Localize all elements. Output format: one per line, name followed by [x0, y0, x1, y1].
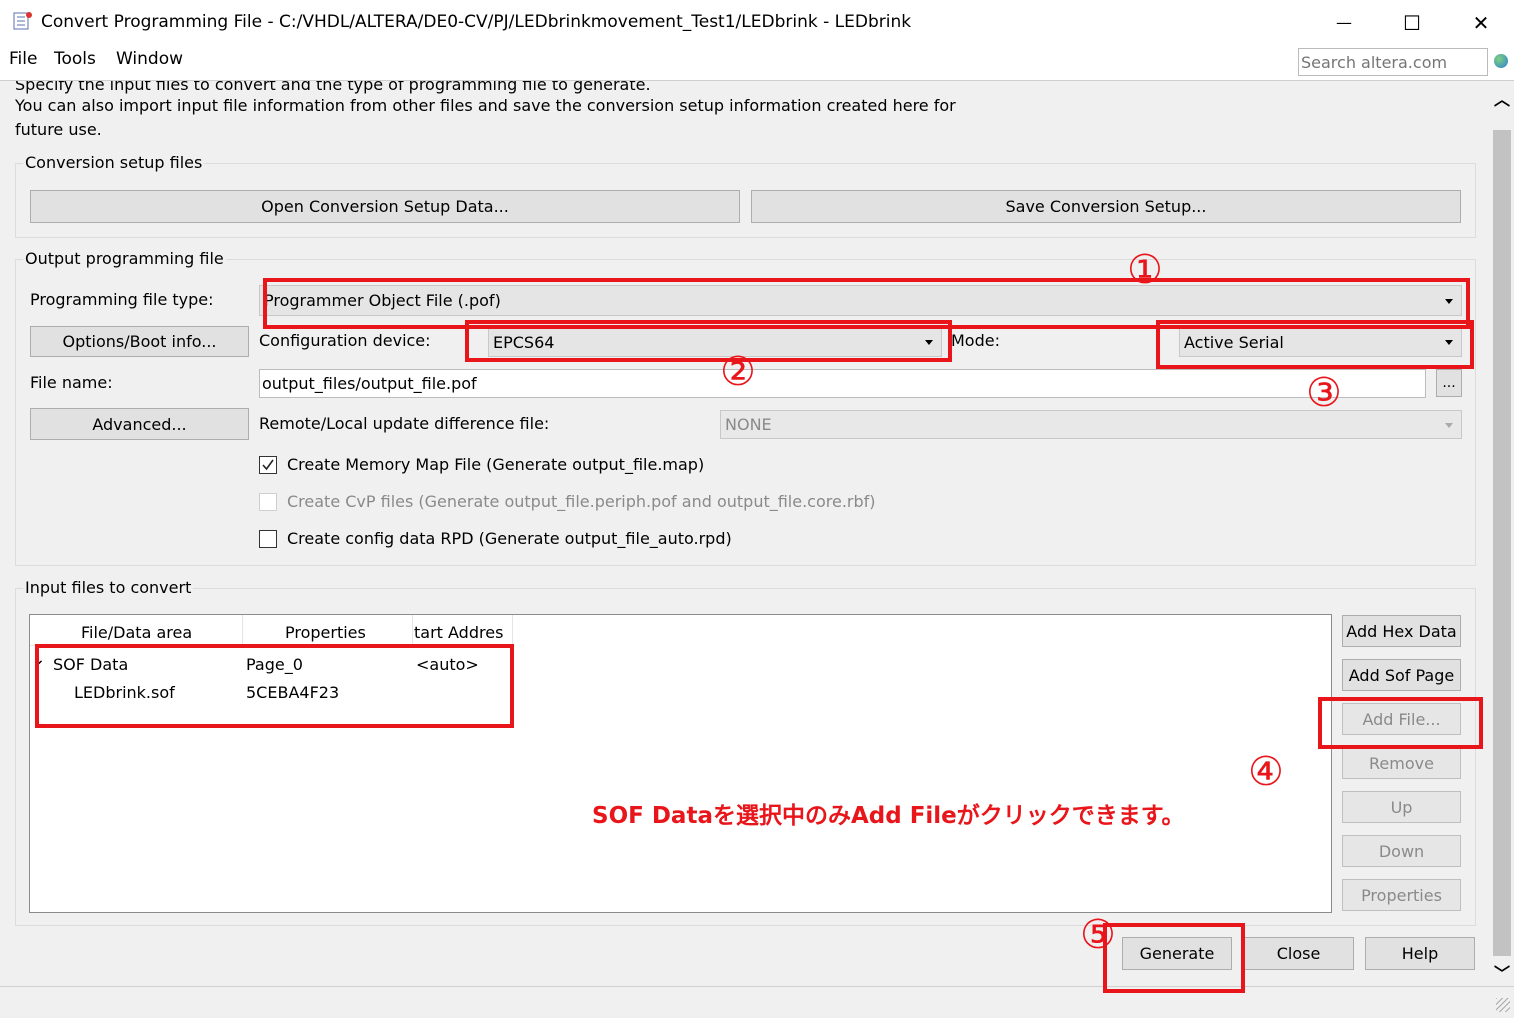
menu-window[interactable]: Window	[116, 49, 183, 69]
file-name-label: File name:	[30, 373, 113, 392]
browse-button[interactable]: ...	[1436, 369, 1462, 397]
annotation-number-3: ③	[1306, 370, 1342, 416]
add-hex-data-button[interactable]: Add Hex Data	[1342, 615, 1461, 647]
advanced-button[interactable]: Advanced...	[30, 408, 249, 440]
close-window-button[interactable]: ✕	[1461, 8, 1501, 38]
file-type-label: Programming file type:	[30, 290, 214, 309]
cvp-checkbox[interactable]	[259, 493, 277, 511]
annotation-number-5: ⑤	[1080, 912, 1116, 958]
menu-bar	[0, 46, 1514, 81]
annotation-box-config-device	[465, 320, 952, 362]
add-sof-page-button[interactable]: Add Sof Page	[1342, 659, 1461, 691]
intro-line-3: future use.	[15, 120, 102, 139]
annotation-box-sof-data	[35, 644, 514, 728]
remote-update-label: Remote/Local update difference file:	[259, 414, 550, 433]
header-divider	[512, 615, 513, 645]
open-conversion-setup-button[interactable]: Open Conversion Setup Data...	[30, 190, 740, 223]
header-properties[interactable]: Properties	[285, 623, 366, 642]
search-input[interactable]	[1298, 48, 1488, 76]
options-boot-info-button[interactable]: Options/Boot info...	[30, 326, 249, 357]
file-name-input[interactable]: output_files/output_file.pof	[259, 369, 1426, 398]
window-title: Convert Programming File - C:/VHDL/ALTER…	[41, 12, 912, 32]
annotation-number-2: ②	[720, 349, 756, 395]
header-start-address[interactable]: tart Addres	[414, 623, 510, 642]
memory-map-label: Create Memory Map File (Generate output_…	[287, 455, 705, 474]
annotation-box-generate	[1103, 923, 1245, 993]
checkmark-icon	[262, 459, 274, 471]
resize-grip-icon[interactable]	[1496, 998, 1510, 1012]
scroll-down-icon[interactable]: ﹀	[1494, 960, 1510, 984]
output-programming-title: Output programming file	[23, 249, 226, 268]
scroll-up-icon[interactable]: ︿	[1494, 86, 1510, 110]
chevron-down-icon	[1445, 422, 1453, 428]
intro-line-2: You can also import input file informati…	[15, 96, 956, 115]
header-divider	[242, 615, 243, 645]
annotation-number-1: ①	[1127, 247, 1163, 293]
annotation-number-4: ④	[1248, 749, 1284, 795]
globe-icon[interactable]	[1494, 54, 1508, 68]
minimize-button[interactable]: —	[1324, 8, 1364, 38]
rpd-checkbox[interactable]	[259, 530, 277, 548]
remote-update-value: NONE	[725, 415, 772, 434]
input-files-title: Input files to convert	[23, 578, 194, 597]
annotation-box-mode	[1156, 320, 1474, 369]
scrollbar-thumb[interactable]	[1493, 130, 1511, 956]
annotation-box-add-file	[1318, 697, 1483, 749]
up-button[interactable]: Up	[1342, 791, 1461, 823]
remove-button[interactable]: Remove	[1342, 747, 1461, 779]
properties-button[interactable]: Properties	[1342, 879, 1461, 911]
menu-tools[interactable]: Tools	[54, 49, 96, 69]
remote-update-select[interactable]: NONE	[720, 410, 1462, 439]
save-conversion-setup-button[interactable]: Save Conversion Setup...	[751, 190, 1461, 223]
memory-map-checkbox[interactable]	[259, 456, 277, 474]
menu-file[interactable]: File	[9, 49, 37, 69]
intro-line-1: Specify the input files to convert and t…	[15, 81, 651, 94]
header-file-data-area[interactable]: File/Data area	[81, 623, 192, 642]
header-divider	[412, 615, 413, 645]
status-bar	[0, 986, 1514, 1018]
conversion-setup-title: Conversion setup files	[23, 153, 205, 172]
annotation-note: SOF Dataを選択中のみAdd Fileがクリックできます。	[592, 803, 1185, 829]
help-button[interactable]: Help	[1365, 937, 1475, 970]
rpd-label: Create config data RPD (Generate output_…	[287, 529, 732, 548]
down-button[interactable]: Down	[1342, 835, 1461, 867]
cvp-label: Create CvP files (Generate output_file.p…	[287, 492, 876, 511]
close-button[interactable]: Close	[1243, 937, 1354, 970]
file-name-value: output_files/output_file.pof	[262, 374, 477, 393]
mode-label: Mode:	[951, 331, 1000, 350]
maximize-button[interactable]: ☐	[1392, 8, 1432, 38]
config-device-label: Configuration device:	[259, 331, 431, 350]
app-icon	[13, 11, 33, 31]
